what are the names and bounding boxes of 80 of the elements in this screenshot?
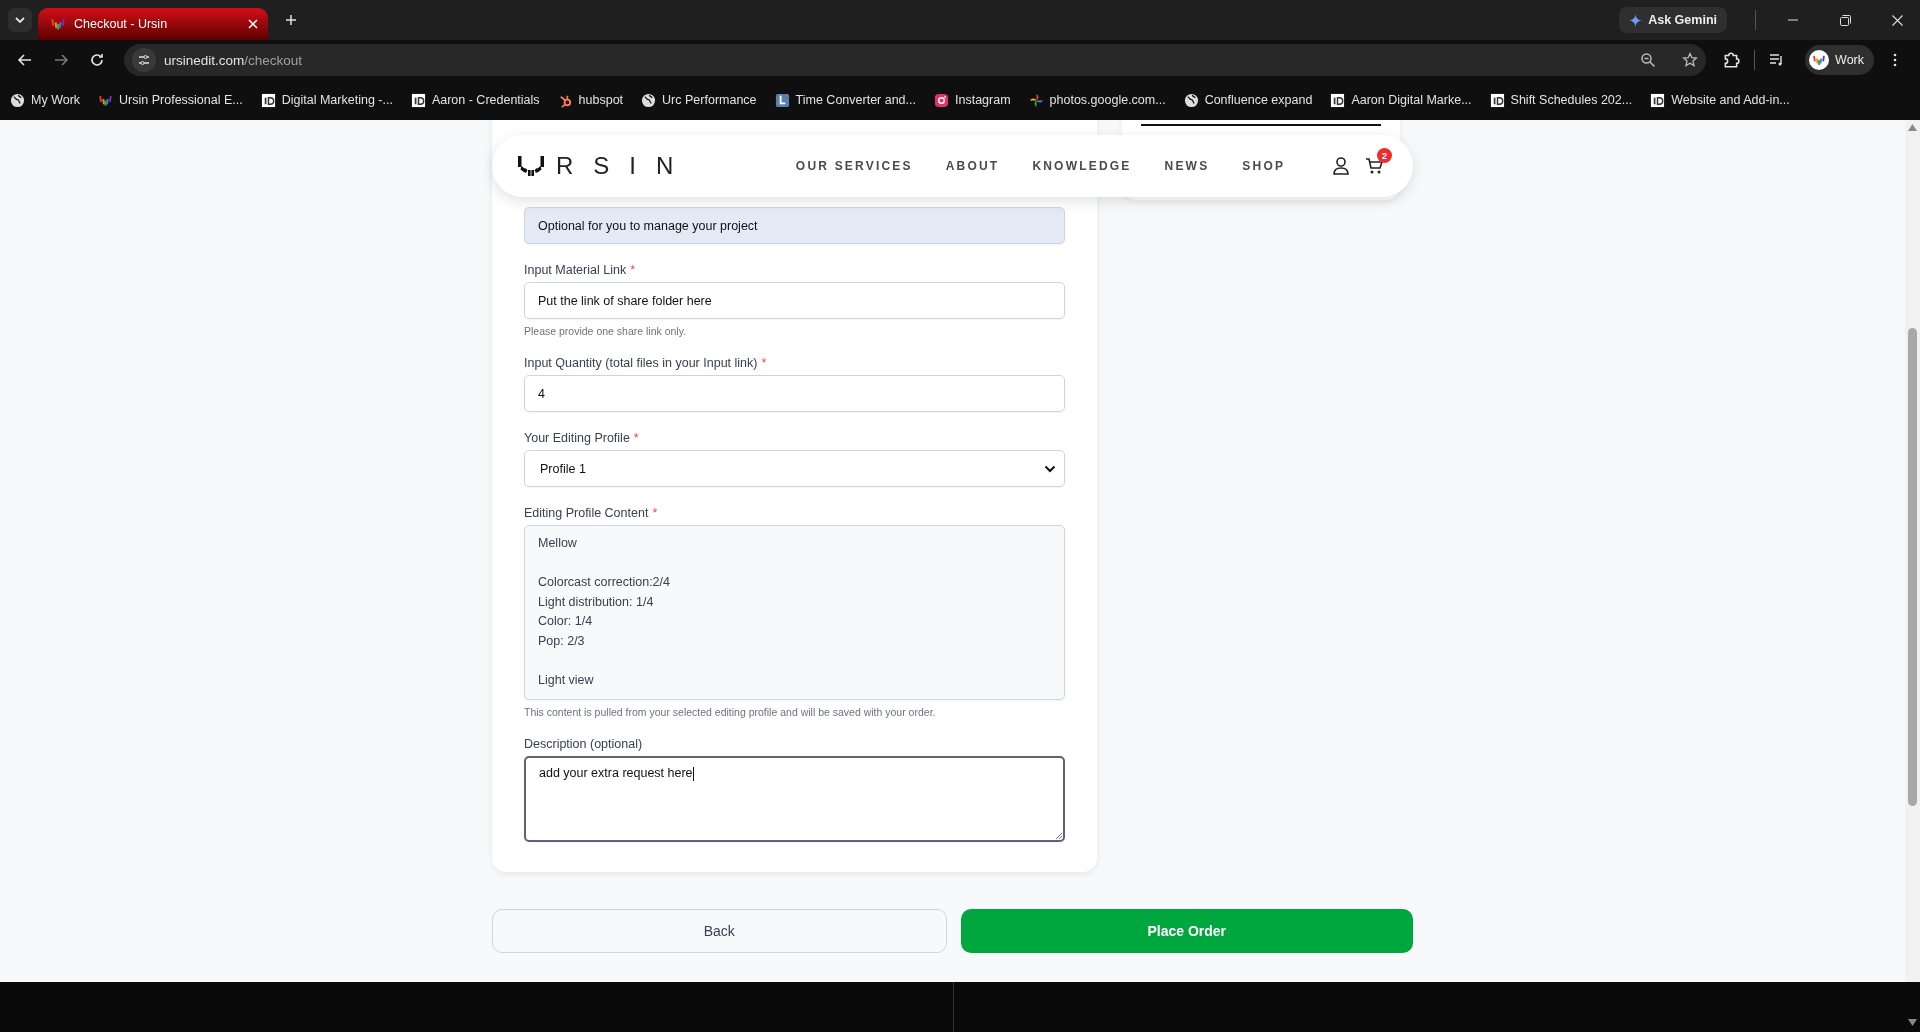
bookmark[interactable]: My Work [10, 92, 81, 108]
cart-icon[interactable] [1365, 157, 1383, 175]
scrollbar[interactable] [1905, 120, 1920, 982]
required-mark: * [630, 262, 635, 278]
cart-count-badge: 2 [1377, 148, 1392, 163]
back-arrow-icon[interactable] [17, 52, 33, 68]
forward-arrow-icon[interactable] [53, 52, 69, 68]
sliders-icon [138, 54, 150, 66]
back-button[interactable]: Back [492, 909, 947, 953]
description-field[interactable]: add your extra request here [524, 756, 1065, 842]
document-icon [410, 92, 426, 108]
resize-grip-icon [1055, 832, 1063, 840]
camera-icon [934, 92, 949, 108]
bookmark[interactable]: Confluence expand [1183, 92, 1313, 108]
profile-dropdown[interactable]: Profile 1 [524, 450, 1065, 487]
bookmark[interactable]: Time Converter and... [774, 92, 916, 108]
field-hint: This content is pulled from your selected editing profile and will be saved with your order. [524, 706, 937, 718]
nav-link[interactable]: OUR SERVICES [795, 159, 913, 173]
logo-icon [518, 156, 544, 176]
ask-gemini-button[interactable]: Ask Gemini [1619, 7, 1727, 33]
bookmark[interactable]: Urc Performance [641, 92, 757, 108]
nav-link[interactable]: NEWS [1164, 159, 1210, 173]
required-mark: * [761, 355, 767, 371]
bookmark[interactable]: hubspot [557, 92, 624, 108]
zoom-icon[interactable] [1640, 52, 1657, 68]
text-field[interactable]: Put the link of share folder here [524, 282, 1065, 319]
close-icon[interactable] [248, 19, 258, 29]
chevron-icon [15, 17, 25, 23]
sparkle-icon [1629, 13, 1643, 27]
globe-icon [1183, 92, 1199, 108]
bookmark[interactable]: Ursin Professional E... [98, 92, 243, 108]
nav-link[interactable]: KNOWLEDGE [1032, 159, 1132, 173]
field-hint: Please provide one share link only. [524, 325, 688, 337]
scroll-down-icon[interactable] [1908, 1019, 1917, 1026]
url-text: ursinedit.com/checkout [164, 52, 304, 68]
document-icon [1330, 92, 1346, 108]
site-info-button[interactable] [132, 48, 156, 72]
document-icon [1489, 92, 1505, 108]
required-mark: * [652, 505, 658, 521]
document-icon [1650, 92, 1666, 108]
minimize-icon [1788, 19, 1798, 21]
puzzle-icon[interactable] [1722, 51, 1741, 69]
bookmark[interactable]: Instagram [934, 92, 1011, 108]
nav-link[interactable]: ABOUT [945, 159, 1000, 173]
bookmark[interactable]: Digital Marketing -... [260, 92, 393, 108]
text-field[interactable]: 4 [524, 375, 1065, 412]
close-icon [1891, 14, 1903, 26]
address-bar[interactable]: ursinedit.com/checkout [124, 44, 1707, 76]
field-label: Editing Profile Content [524, 505, 649, 521]
bookmark[interactable]: Website and Add-in... [1650, 92, 1790, 108]
logo-icon [50, 16, 66, 32]
field-label: Description (optional) [524, 736, 643, 752]
reload-icon[interactable] [89, 52, 105, 68]
tab-list-button[interactable] [8, 8, 32, 32]
clock-icon [774, 92, 790, 108]
bookmark[interactable]: photos.google.com... [1028, 92, 1166, 108]
chevron-icon [1044, 464, 1056, 473]
bookmark[interactable]: Aaron - Credentials [410, 92, 540, 108]
bookmark[interactable]: Shift Schedules 202... [1489, 92, 1633, 108]
field-label: Input Material Link [524, 262, 627, 278]
pinwheel-icon [1028, 92, 1044, 108]
nav-link[interactable]: SHOP [1242, 159, 1286, 173]
bookmark[interactable]: Aaron Digital Marke... [1330, 92, 1472, 108]
brand-wordmark[interactable]: RSIN [556, 152, 694, 180]
document-icon [260, 92, 276, 108]
scroll-up-icon[interactable] [1908, 124, 1917, 131]
restore-icon [1839, 14, 1851, 26]
field-label: Your Editing Profile [524, 430, 630, 446]
star-icon[interactable] [1682, 52, 1699, 68]
plus-icon [285, 14, 297, 26]
globe-icon [641, 92, 657, 108]
text-field[interactable]: Optional for you to manage your project [524, 207, 1065, 244]
logo-icon [1812, 53, 1827, 67]
browser-tab[interactable]: Checkout - Ursin [38, 8, 268, 40]
field-label: Input Quantity (total files in your Input link) [524, 355, 758, 371]
profile-content-box: Mellow Colorcast correction:2/4 Light distribution: 1/4 Color: 1/4 Pop: 2/3 Light view [524, 525, 1065, 700]
profile-button[interactable]: Work [1805, 45, 1874, 75]
required-mark: * [633, 430, 639, 446]
globe-icon [10, 92, 25, 108]
user-icon[interactable] [1333, 157, 1349, 175]
